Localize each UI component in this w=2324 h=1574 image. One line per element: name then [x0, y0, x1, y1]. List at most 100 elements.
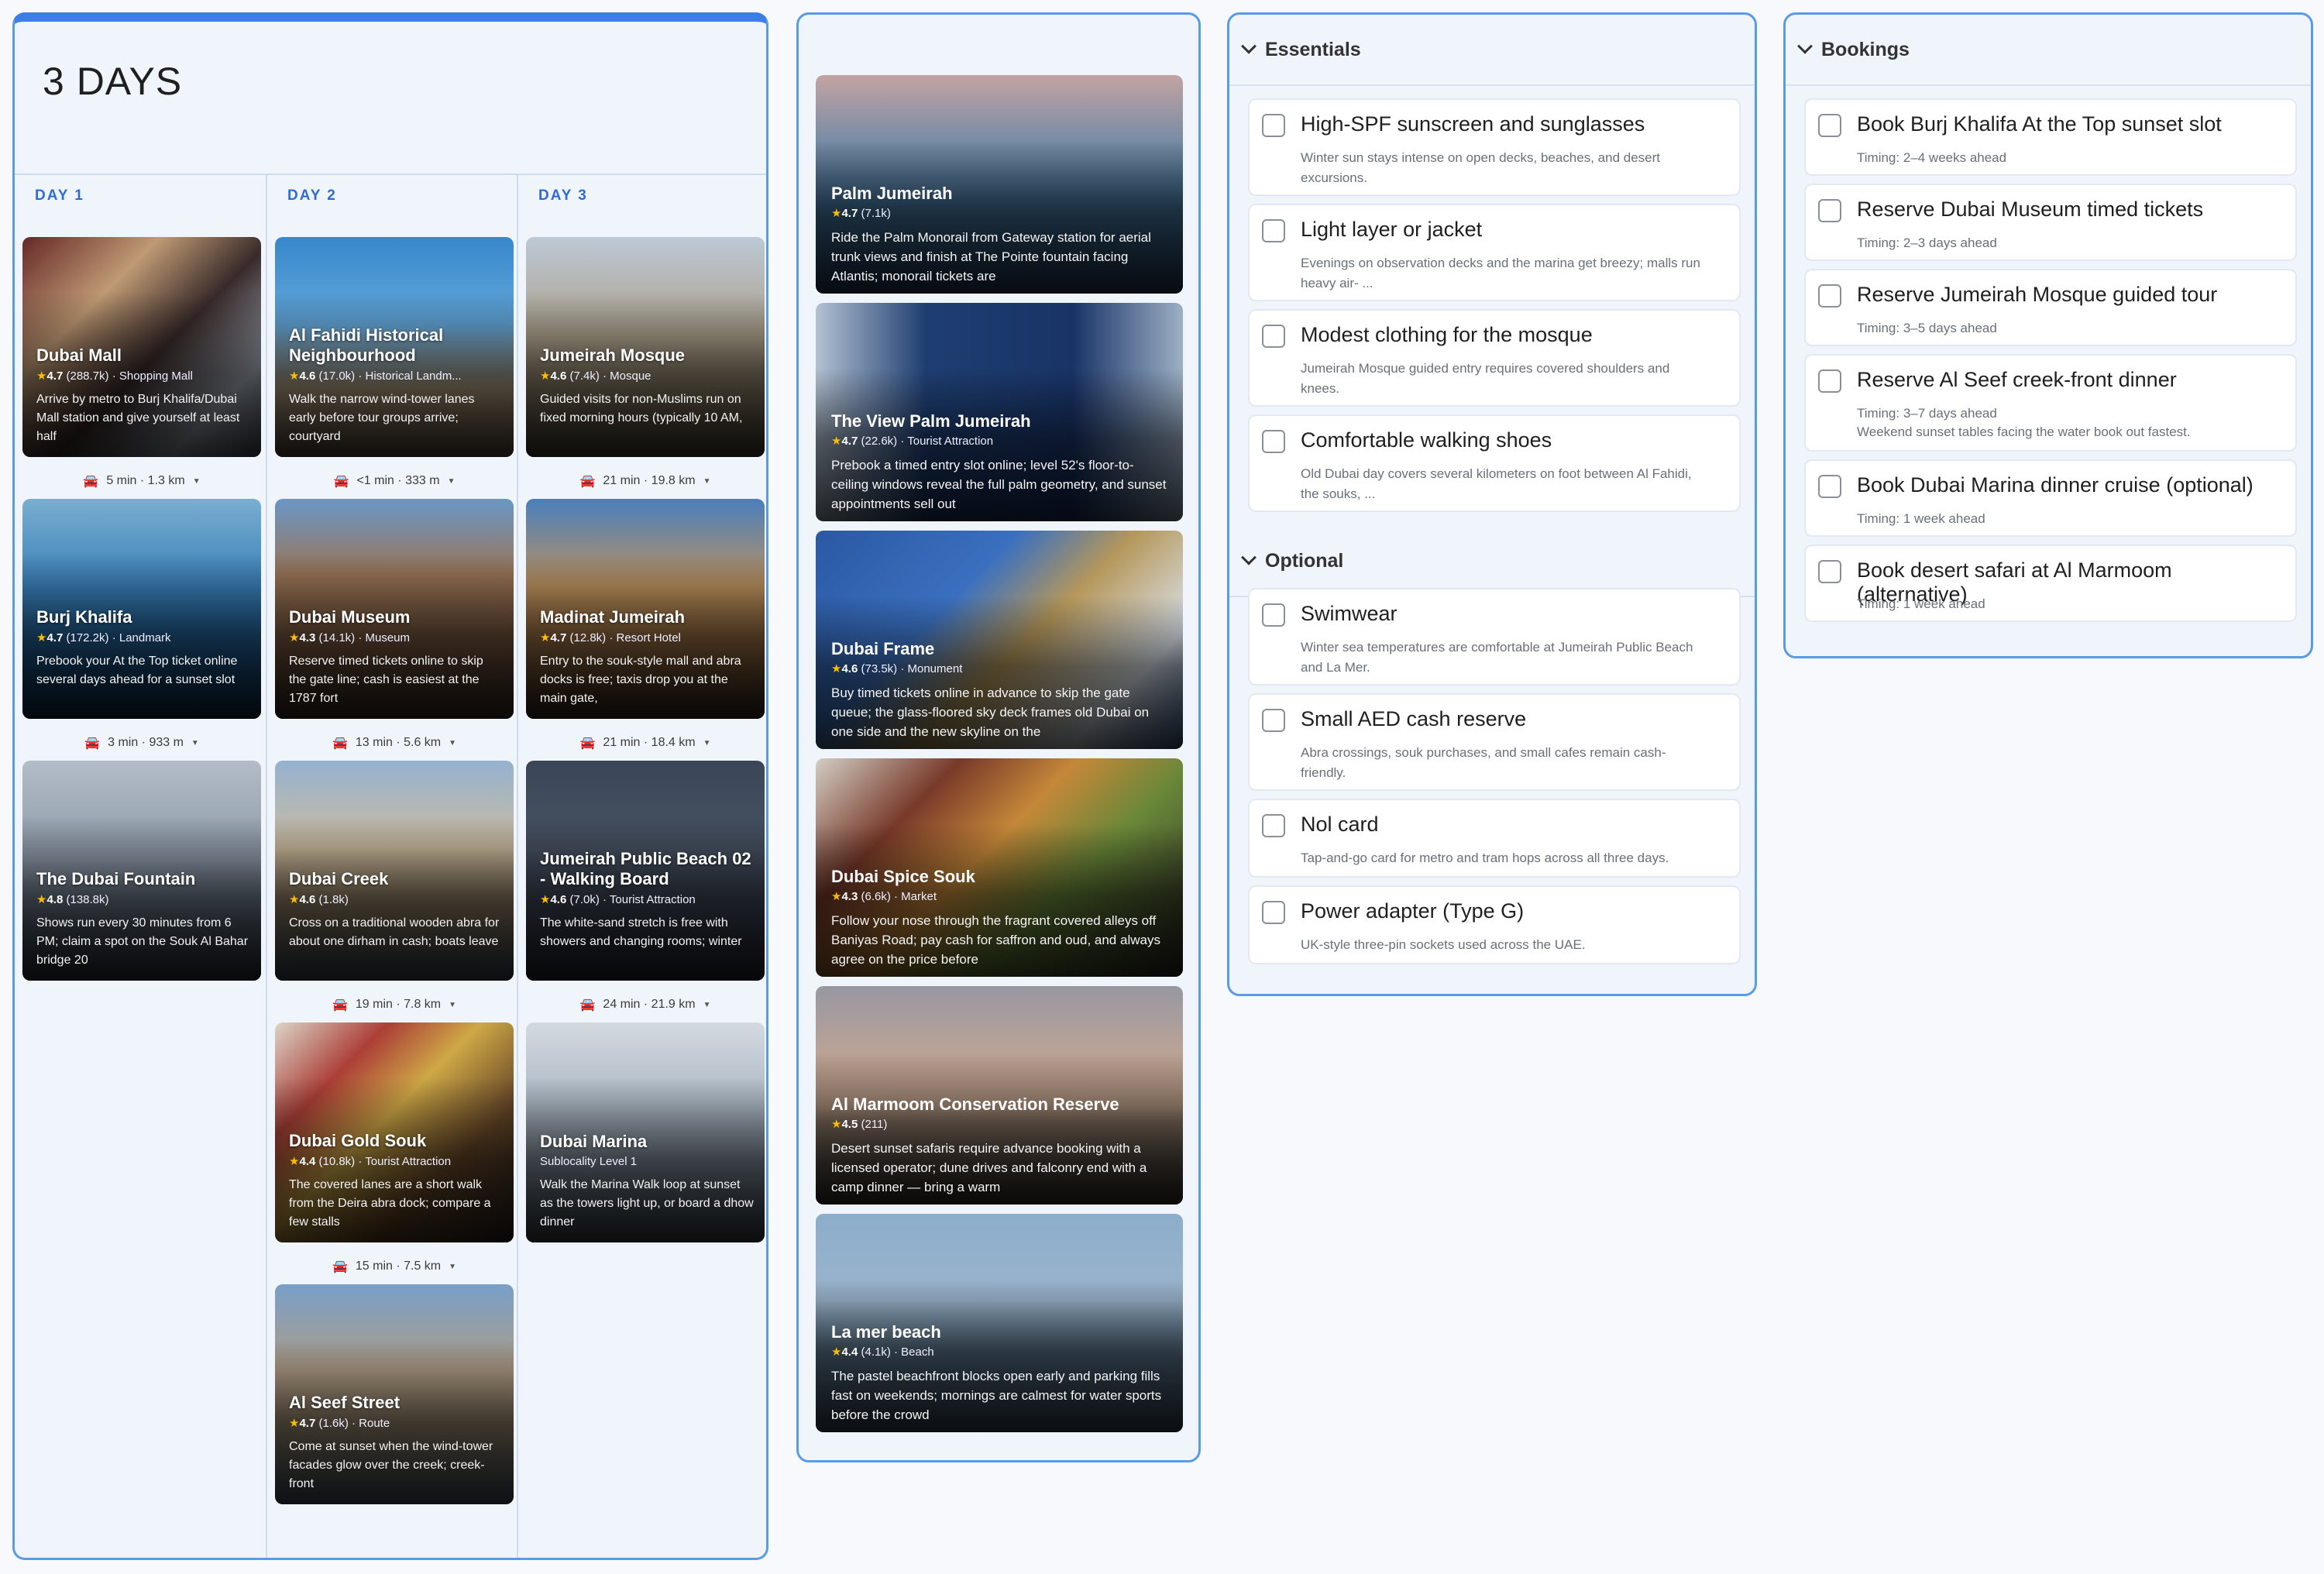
star-icon: ★: [831, 662, 842, 675]
star-icon: ★: [831, 207, 842, 220]
place-card-jumeirah-beach[interactable]: Jumeirah Public Beach 02 - Walking Board…: [526, 761, 765, 981]
place-rating: ★4.8 (138.8k): [36, 893, 109, 906]
travel-segment[interactable]: 🚘 24 min · 21.9 km ▼: [526, 990, 765, 1019]
caret-down-icon: ▼: [191, 738, 199, 747]
item-title: Reserve Jumeirah Mosque guided tour: [1857, 283, 2218, 306]
checklist-item: Swimwear Winter sea temperatures are com…: [1248, 588, 1741, 686]
travel-segment[interactable]: 🚘 15 min · 7.5 km ▼: [275, 1252, 514, 1281]
place-description: Prebook your At the Top ticket online se…: [36, 655, 238, 686]
place-rating: ★4.7 (7.1k): [831, 207, 891, 220]
item-timing: Timing: 3–7 days ahead: [1857, 406, 1997, 421]
suggestion-card-al-marmoom[interactable]: Al Marmoom Conservation Reserve ★4.5 (21…: [816, 986, 1183, 1205]
checkbox-icon[interactable]: [1262, 114, 1285, 137]
place-name: Al Fahidi Historical Neighbourhood: [289, 325, 444, 365]
optional-header[interactable]: Optional: [1229, 526, 1755, 597]
place-description: Walk the narrow wind-tower lanes early b…: [289, 393, 475, 443]
caret-down-icon: ▼: [449, 1262, 457, 1271]
essentials-header[interactable]: Essentials: [1229, 15, 1755, 86]
travel-segment[interactable]: 🚘 3 min · 933 m ▼: [22, 728, 261, 758]
item-note: Winter sea temperatures are comfortable …: [1301, 640, 1693, 675]
caret-down-icon: ▼: [449, 738, 457, 747]
checklist-item: Power adapter (Type G) UK-style three-pi…: [1248, 885, 1741, 964]
travel-segment[interactable]: 🚘 21 min · 18.4 km ▼: [526, 728, 765, 758]
day-label: DAY 3: [538, 187, 588, 204]
place-card-dubai-marina[interactable]: Dubai Marina Sublocality Level 1 Walk th…: [526, 1022, 765, 1242]
star-icon: ★: [831, 890, 842, 903]
checkbox-icon[interactable]: [1262, 430, 1285, 453]
place-name: The Dubai Fountain: [36, 869, 196, 888]
star-icon: ★: [540, 631, 551, 644]
checkbox-icon[interactable]: [1262, 901, 1285, 924]
place-card-gold-souk[interactable]: Dubai Gold Souk ★4.4 (10.8k) · Tourist A…: [275, 1022, 514, 1242]
place-card-dubai-museum[interactable]: Dubai Museum ★4.3 (14.1k) · Museum Reser…: [275, 499, 514, 719]
place-card-dubai-creek[interactable]: Dubai Creek ★4.6 (1.8k) Cross on a tradi…: [275, 761, 514, 981]
checkbox-icon[interactable]: [1818, 475, 1841, 498]
bookings-header[interactable]: Bookings: [1786, 15, 2311, 86]
travel-segment[interactable]: 🚘 19 min · 7.8 km ▼: [275, 990, 514, 1019]
checkbox-icon[interactable]: [1818, 369, 1841, 393]
place-card-al-seef[interactable]: Al Seef Street ★4.7 (1.6k) · Route Come …: [275, 1284, 514, 1504]
place-rating: ★4.6 (7.0k) · Tourist Attraction: [540, 893, 696, 906]
checkbox-icon[interactable]: [1262, 603, 1285, 627]
item-timing: Timing: 2–3 days ahead: [1857, 235, 1997, 250]
item-title: Swimwear: [1301, 602, 1397, 625]
suggestion-card-palm-jumeirah[interactable]: Palm Jumeirah ★4.7 (7.1k) Ride the Palm …: [816, 75, 1183, 294]
star-icon: ★: [289, 631, 300, 644]
item-title: Nol card: [1301, 813, 1379, 836]
travel-segment[interactable]: 🚘 13 min · 5.6 km ▼: [275, 728, 514, 758]
suggestion-card-la-mer[interactable]: La mer beach ★4.4 (4.1k) · Beach The pas…: [816, 1214, 1183, 1432]
checklist-item: Small AED cash reserve Abra crossings, s…: [1248, 693, 1741, 791]
place-name: Dubai Museum: [289, 607, 411, 627]
checklist-item: Comfortable walking shoes Old Dubai day …: [1248, 414, 1741, 512]
checkbox-icon[interactable]: [1818, 199, 1841, 222]
checkbox-icon[interactable]: [1262, 219, 1285, 242]
checkbox-icon[interactable]: [1818, 560, 1841, 583]
car-icon: 🚘: [579, 475, 596, 488]
item-note: Winter sun stays intense on open decks, …: [1301, 150, 1660, 185]
item-note: Old Dubai day covers several kilometers …: [1301, 466, 1692, 501]
caret-down-icon: ▼: [449, 1000, 457, 1009]
day-column-2: DAY 2 Al Fahidi Historical Neighbourhood…: [266, 174, 517, 1558]
car-icon: 🚘: [333, 475, 349, 488]
star-icon: ★: [831, 435, 842, 448]
travel-segment[interactable]: 🚘 21 min · 19.8 km ▼: [526, 466, 765, 496]
place-description: The covered lanes are a short walk from …: [289, 1178, 491, 1229]
travel-segment[interactable]: 🚘 5 min · 1.3 km ▼: [22, 466, 261, 496]
place-name: Al Marmoom Conservation Reserve: [831, 1095, 1119, 1114]
travel-segment[interactable]: 🚘 <1 min · 333 m ▼: [275, 466, 514, 496]
suggestion-card-dubai-frame[interactable]: Dubai Frame ★4.6 (73.5k) · Monument Buy …: [816, 531, 1183, 749]
place-name: La mer beach: [831, 1322, 941, 1342]
checkbox-icon[interactable]: [1262, 325, 1285, 348]
place-card-al-fahidi[interactable]: Al Fahidi Historical Neighbourhood ★4.6 …: [275, 237, 514, 457]
place-rating: ★4.5 (211): [831, 1118, 888, 1131]
place-card-madinat-jumeirah[interactable]: Madinat Jumeirah ★4.7 (12.8k) · Resort H…: [526, 499, 765, 719]
place-description: Follow your nose through the fragrant co…: [831, 913, 1160, 967]
item-title: Modest clothing for the mosque: [1301, 323, 1593, 346]
suggestion-card-view-palm[interactable]: The View Palm Jumeirah ★4.7 (22.6k) · To…: [816, 303, 1183, 521]
item-note: Weekend sunset tables facing the water b…: [1857, 424, 2191, 439]
booking-item: Book Dubai Marina dinner cruise (optiona…: [1804, 459, 2297, 537]
item-note: Abra crossings, souk purchases, and smal…: [1301, 745, 1666, 780]
place-card-burj-khalifa[interactable]: Burj Khalifa ★4.7 (172.2k) · Landmark Pr…: [22, 499, 261, 719]
place-description: Walk the Marina Walk loop at sunset as t…: [540, 1178, 754, 1229]
place-rating: ★4.7 (172.2k) · Landmark: [36, 631, 171, 644]
place-rating: ★4.7 (288.7k) · Shopping Mall: [36, 369, 193, 383]
place-card-dubai-mall[interactable]: Dubai Mall ★4.7 (288.7k) · Shopping Mall…: [22, 237, 261, 457]
item-title: Power adapter (Type G): [1301, 899, 1525, 923]
place-description: Buy timed tickets online in advance to s…: [831, 686, 1150, 739]
place-card-dubai-fountain[interactable]: The Dubai Fountain ★4.8 (138.8k) Shows r…: [22, 761, 261, 981]
item-title: High-SPF sunscreen and sunglasses: [1301, 112, 1645, 136]
place-description: Cross on a traditional wooden abra for a…: [289, 916, 500, 948]
star-icon: ★: [289, 369, 300, 383]
item-timing: Timing: 1 week ahead: [1857, 596, 1985, 611]
caret-down-icon: ▼: [703, 476, 711, 486]
place-card-jumeirah-mosque[interactable]: Jumeirah Mosque ★4.6 (7.4k) · Mosque Gui…: [526, 237, 765, 457]
checkbox-icon[interactable]: [1262, 814, 1285, 837]
car-icon: 🚘: [84, 737, 101, 750]
checkbox-icon[interactable]: [1818, 284, 1841, 308]
checkbox-icon[interactable]: [1262, 709, 1285, 732]
checkbox-icon[interactable]: [1818, 114, 1841, 137]
checklist-item: Nol card Tap-and-go card for metro and t…: [1248, 799, 1741, 878]
star-icon: ★: [540, 893, 551, 906]
suggestion-card-spice-souk[interactable]: Dubai Spice Souk ★4.3 (6.6k) · Market Fo…: [816, 758, 1183, 977]
